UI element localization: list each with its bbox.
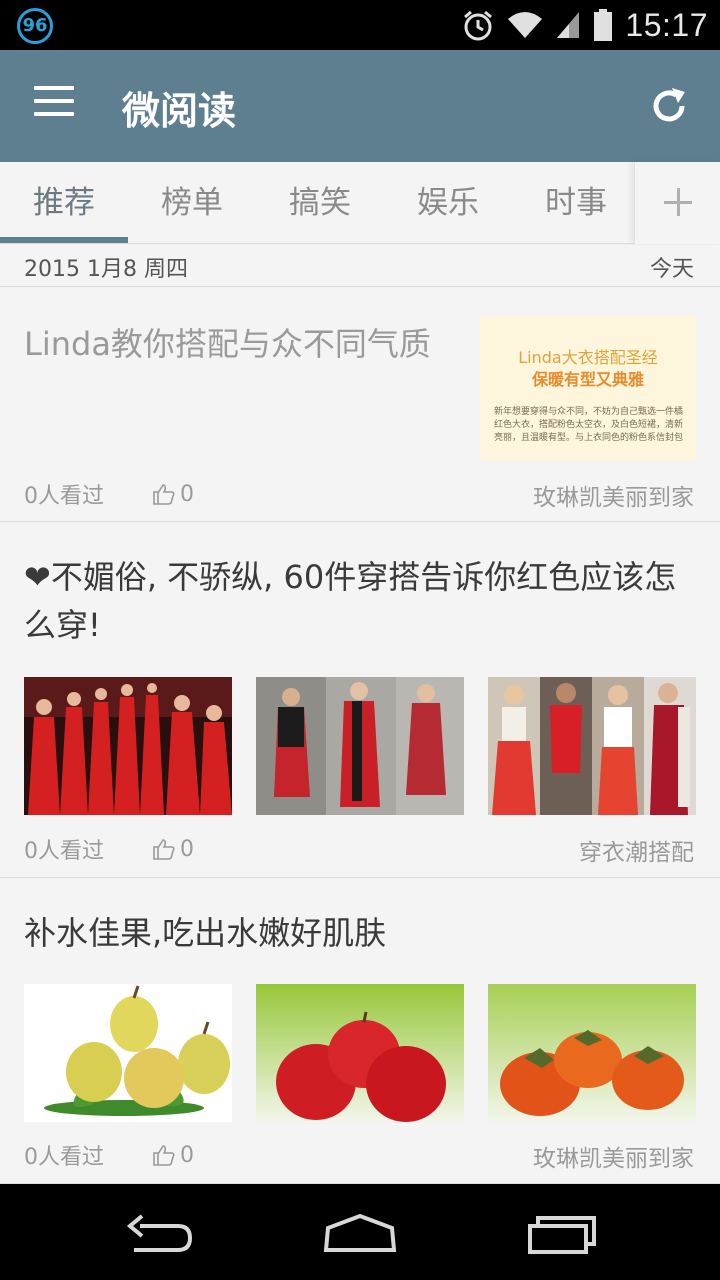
thumbs-up-icon: [153, 1145, 175, 1166]
system-nav-bar: [0, 1184, 720, 1280]
item-title: 补水佳果,吃出水嫩好肌肤: [24, 914, 387, 952]
item-source[interactable]: 玫琳凯美丽到家: [533, 1139, 694, 1173]
like-button[interactable]: 0: [152, 837, 194, 862]
date-row: 2015 1月8 周四 今天: [0, 245, 720, 287]
category-tabs: 推荐 榜单 搞笑 娱乐 时事: [0, 162, 720, 244]
tab-recommend[interactable]: 推荐: [0, 162, 128, 244]
today-label: 今天: [649, 257, 694, 282]
item-thumbnails: [24, 677, 696, 815]
thumbnail-body-text: 新年想要穿得与众不同，不妨为自己甄选一件橘红色大衣，搭配粉色太空衣，及白色短裙，…: [494, 407, 684, 443]
item-thumbnails: [24, 984, 696, 1122]
feed-item[interactable]: ❤不媚俗, 不骄纵, 60件穿搭告诉你红色应该怎么穿! 0人看过 0 穿衣潮搭配: [0, 523, 720, 878]
notification-badge: 96: [17, 8, 53, 44]
thumbnail-image: [488, 984, 696, 1122]
wifi-icon: [508, 12, 543, 38]
thumbnail-image: [24, 677, 232, 815]
thumbs-up-icon: [153, 839, 175, 860]
recent-apps-icon[interactable]: [522, 1208, 602, 1258]
tab-ranking[interactable]: 榜单: [128, 162, 256, 244]
status-icons: 15:17: [461, 0, 708, 50]
like-button[interactable]: 0: [152, 1143, 194, 1168]
app-title: 微阅读: [122, 89, 237, 133]
signal-icon: [557, 12, 580, 38]
home-icon[interactable]: [320, 1208, 400, 1258]
refresh-icon[interactable]: [650, 86, 690, 126]
status-time: 15:17: [625, 6, 708, 43]
item-source[interactable]: 穿衣潮搭配: [579, 833, 694, 867]
view-count: 0人看过: [24, 484, 104, 509]
view-count: 0人看过: [24, 839, 104, 864]
tab-news[interactable]: 时事: [512, 162, 640, 244]
date-label: 2015 1月8 周四: [24, 257, 188, 282]
app-bar: 微阅读: [0, 50, 720, 162]
item-thumbnail: Linda大衣搭配圣经 保暖有型又典雅 新年想要穿得与众不同，不妨为自己甄选一件…: [480, 316, 696, 460]
item-meta: 0人看过 0: [24, 1139, 194, 1171]
status-bar: 96 15:17: [0, 0, 720, 50]
view-count: 0人看过: [24, 1145, 104, 1170]
thumbnail-caption: Linda大衣搭配圣经: [518, 348, 658, 367]
feed-item[interactable]: 补水佳果,吃出水嫩好肌肤 0人看过 0 玫琳凯美丽到家: [0, 879, 720, 1184]
thumbnail-image: [256, 984, 464, 1122]
like-button[interactable]: 0: [152, 482, 194, 507]
item-meta: 0人看过 0: [24, 833, 194, 865]
tab-funny[interactable]: 搞笑: [256, 162, 384, 244]
thumbnail-image: [256, 677, 464, 815]
battery-icon: [594, 9, 613, 41]
like-count: 0: [180, 481, 194, 507]
feed-item[interactable]: Linda教你搭配与众不同气质 Linda大衣搭配圣经 保暖有型又典雅 新年想要…: [0, 288, 720, 522]
item-title: Linda教你搭配与众不同气质: [24, 325, 431, 363]
thumbnail-image: [24, 984, 232, 1122]
menu-icon[interactable]: [34, 86, 78, 126]
tab-entertainment[interactable]: 娱乐: [384, 162, 512, 244]
item-title: ❤不媚俗, 不骄纵, 60件穿搭告诉你红色应该怎么穿!: [24, 558, 677, 644]
screen: 96 15:17 微阅读 推荐 榜单 搞笑 娱乐 时事 2015 1月8 周四 …: [0, 0, 720, 1280]
item-meta: 0人看过 0: [24, 478, 194, 510]
like-count: 0: [180, 836, 194, 862]
back-icon[interactable]: [120, 1208, 200, 1258]
tab-indicator: [0, 237, 128, 243]
thumbnail-image: [488, 677, 696, 815]
thumbnail-subcaption: 保暖有型又典雅: [531, 370, 644, 389]
alarm-icon: [464, 10, 493, 41]
like-count: 0: [180, 1142, 194, 1168]
item-source[interactable]: 玫琳凯美丽到家: [533, 478, 694, 512]
thumbs-up-icon: [153, 484, 175, 505]
add-tab-icon[interactable]: [634, 162, 720, 244]
